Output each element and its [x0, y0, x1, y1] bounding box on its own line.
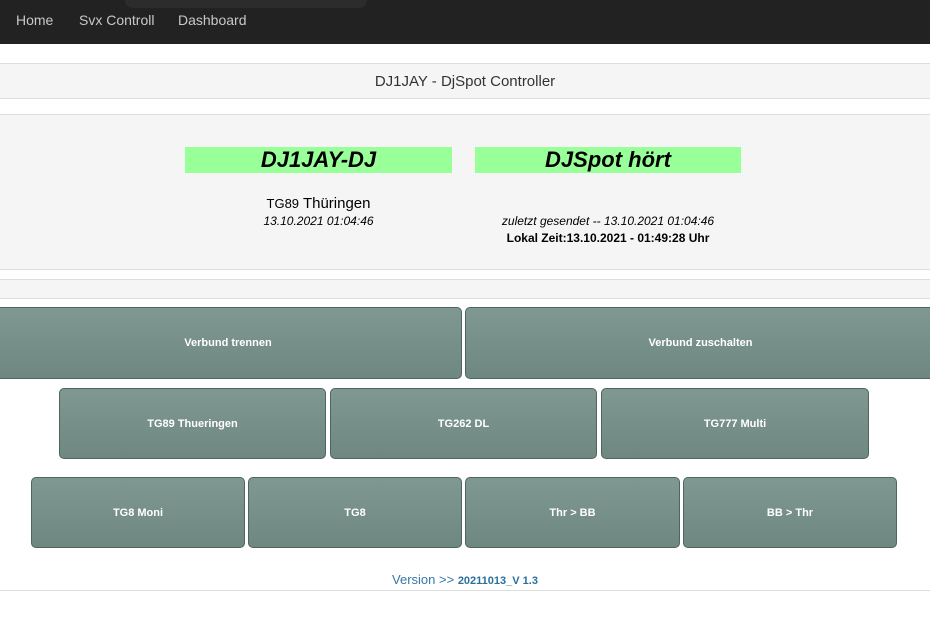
bb-to-thr-button[interactable]: BB > Thr — [683, 477, 897, 548]
version-info: Version >> 20211013_V 1.3 — [0, 572, 930, 587]
talkgroup-name: Thüringen — [302, 195, 371, 212]
navbar: Home Svx Controll Dashboard — [0, 0, 930, 44]
nav-dashboard[interactable]: Dashboard — [178, 12, 247, 28]
tg8-button[interactable]: TG8 — [248, 477, 462, 548]
local-time: Lokal Zeit:13.10.2021 - 01:49:28 Uhr — [506, 231, 710, 245]
version-label: Version >> — [392, 572, 455, 587]
thr-to-bb-button[interactable]: Thr > BB — [465, 477, 680, 548]
nav-home[interactable]: Home — [16, 12, 53, 28]
version-link[interactable]: 20211013_V 1.3 — [458, 575, 538, 587]
talkgroup-info: TG89 Thüringen — [185, 195, 452, 212]
left-timestamp: 13.10.2021 01:04:46 — [263, 214, 374, 228]
footer-divider — [0, 590, 930, 591]
nav-svx-controll[interactable]: Svx Controll — [79, 12, 154, 28]
connect-network-button[interactable]: Verbund zuschalten — [465, 307, 930, 379]
page-title: DJ1JAY - DjSpot Controller — [0, 63, 930, 99]
disconnect-network-button[interactable]: Verbund trennen — [0, 307, 462, 379]
callsign-box: DJ1JAY-DJ — [185, 147, 452, 173]
tg89-thueringen-button[interactable]: TG89 Thueringen — [59, 388, 326, 459]
tg777-multi-button[interactable]: TG777 Multi — [601, 388, 869, 459]
nav-dropdown-edge — [125, 0, 367, 8]
talkgroup-prefix: TG89 — [266, 196, 300, 211]
spacer-bar — [0, 279, 930, 299]
tg8-moni-button[interactable]: TG8 Moni — [31, 477, 245, 548]
tg262-dl-button[interactable]: TG262 DL — [330, 388, 597, 459]
status-panel: DJ1JAY-DJ DJSpot hört TG89 Thüringen 13.… — [0, 114, 930, 270]
last-sent: zuletzt gesendet -- 13.10.2021 01:04:46 — [501, 214, 715, 228]
status-box: DJSpot hört — [475, 147, 741, 173]
